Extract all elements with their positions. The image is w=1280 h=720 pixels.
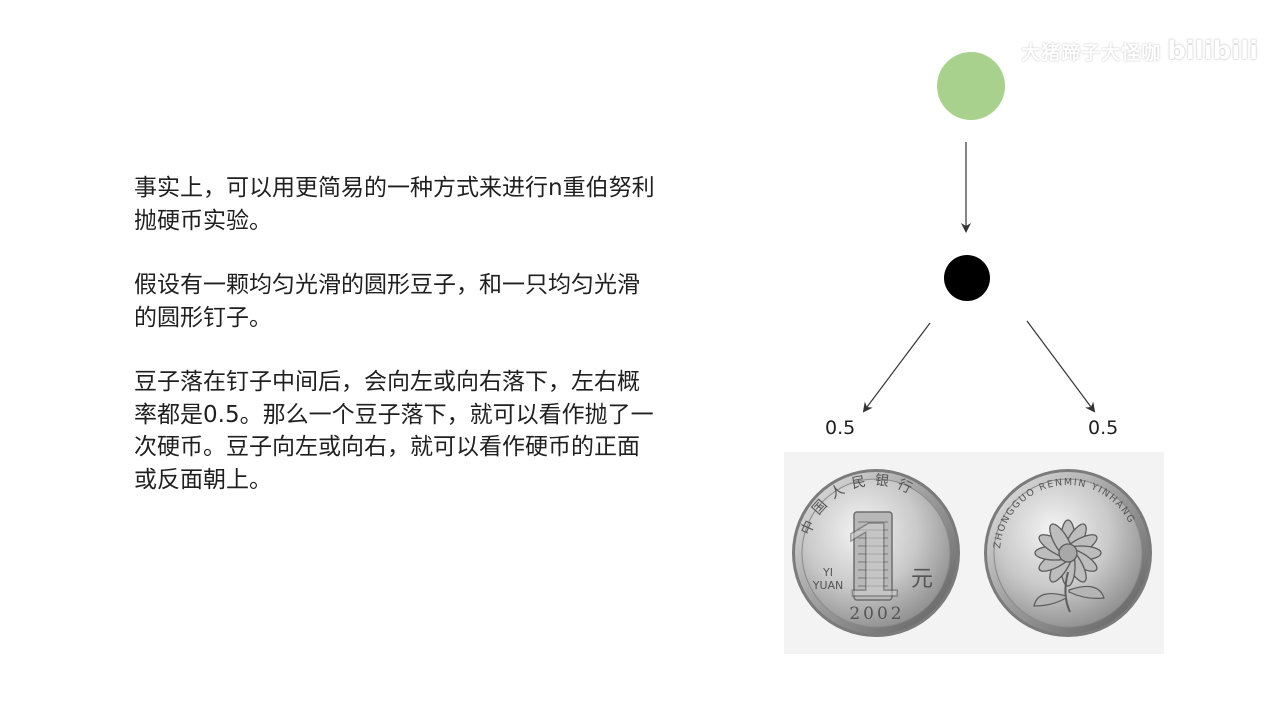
paragraph-analogy: 豆子落在钉子中间后，会向左或向右落下，左右概 率都是0.5。那么一个豆子落下，就… bbox=[134, 369, 654, 493]
flower-leaf-right bbox=[1068, 585, 1105, 599]
coin-obverse: 中国人民银行 1 YI YUAN 元 2002 bbox=[792, 469, 960, 637]
paragraph-intro: 事实上，可以用更简易的一种方式来进行n重伯努利 抛硬币实验。 bbox=[134, 175, 655, 234]
coin-yi: YI bbox=[822, 566, 833, 579]
right-branch-arrow bbox=[1026, 320, 1096, 413]
coin-image-background bbox=[784, 452, 1164, 654]
bilibili-logo: bilibili bbox=[1167, 36, 1258, 66]
slide: 大猪蹄子大怪咖 bilibili 事实上，可以用更简易的一种方式来进行n重伯努利… bbox=[0, 0, 1280, 720]
left-probability-label: 0.5 bbox=[825, 417, 856, 439]
coin-reverse-ring-text: ZHONGGUO RENMIN YINHANG bbox=[992, 477, 1137, 549]
left-branch-arrow bbox=[862, 322, 931, 413]
right-probability-label: 0.5 bbox=[1088, 417, 1119, 439]
paragraph-setup: 假设有一颗均匀光滑的圆形豆子，和一只均匀光滑 的圆形钉子。 bbox=[134, 272, 640, 331]
flower-stem bbox=[1064, 571, 1071, 613]
coin-denomination: 1 bbox=[839, 505, 907, 620]
explanation-text: 事实上，可以用更简易的一种方式来进行n重伯努利 抛硬币实验。 假设有一颗均匀光滑… bbox=[134, 172, 744, 528]
watermark-uploader: 大猪蹄子大怪咖 bbox=[1021, 41, 1162, 64]
bean-circle bbox=[937, 52, 1005, 120]
coin-obverse-top-text: 中国人民银行 bbox=[798, 472, 921, 537]
coin-yuan: YUAN bbox=[812, 579, 844, 592]
coin-reverse: ZHONGGUO RENMIN YINHANG bbox=[984, 469, 1152, 637]
coin-year: 2002 bbox=[849, 604, 904, 624]
bilibili-watermark: 大猪蹄子大怪咖 bilibili bbox=[1021, 36, 1258, 66]
flower-leaf-left bbox=[1033, 593, 1067, 607]
chrysanthemum-flower bbox=[1034, 519, 1102, 587]
coin-yuan-cn: 元 bbox=[911, 567, 933, 592]
peg-circle bbox=[944, 255, 990, 301]
